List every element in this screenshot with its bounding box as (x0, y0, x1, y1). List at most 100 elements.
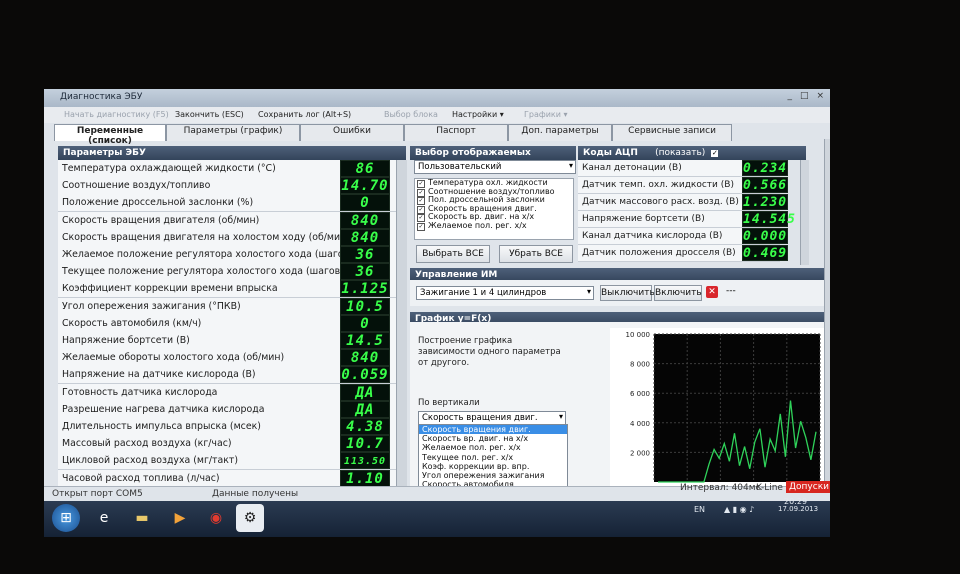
stop-button[interactable]: Закончить (ESC) (175, 110, 244, 119)
adc-label: Датчик темп. охл. жидкости (В) (582, 180, 734, 190)
graphics-menu[interactable]: Графики ▾ (524, 110, 568, 119)
ecu-param-row: Напряжение на датчике кислорода (В) 0.059 (58, 366, 406, 385)
plot-frame: 10 000 8 000 6 000 4 000 2 000 (610, 328, 828, 488)
dropdown-option[interactable]: Текущее пол. рег. х/х (419, 453, 567, 462)
preset-select[interactable]: Пользовательский ▾ (414, 160, 576, 174)
rpm-chart: 10 000 8 000 6 000 4 000 2 000 (626, 331, 821, 483)
maximize-button[interactable]: □ (800, 91, 809, 101)
tab-errors[interactable]: Ошибки (300, 124, 404, 141)
kline-label: K-Line (756, 483, 783, 493)
adc-value: 14.545 (742, 211, 796, 227)
param-checklist: ✓ Температура охл. жидкости ✓ Соотношение в… (414, 178, 574, 240)
ecu-param-label: Длительность импульса впрыска (мсек) (62, 421, 261, 432)
vertical-param-select[interactable]: Скорость вращения двиг. ▾ (418, 411, 566, 425)
ecu-param-label: Скорость вращения двигателя на холостом … (62, 231, 350, 243)
minimize-button[interactable]: _ (787, 91, 792, 101)
ecu-param-label: Желаемые обороты холостого хода (об/мин) (62, 352, 285, 364)
im-on-button[interactable]: Включить (654, 285, 702, 301)
windows-start-icon[interactable]: ⊞ (52, 504, 80, 532)
dropdown-option[interactable]: Скорость вр. двиг. на х/х (419, 434, 567, 443)
ecu-param-row: Разрешение нагрева датчика кислорода ДА (58, 400, 406, 419)
im-select[interactable]: Зажигание 1 и 4 цилиндров ▾ (416, 286, 594, 300)
y-tick-label: 6 000 (630, 390, 650, 398)
ecu-param-row: Скорость автомобиля (км/ч) 0 (58, 314, 406, 333)
checkbox-icon[interactable]: ✓ (417, 180, 425, 188)
tab-passport[interactable]: Паспорт (404, 124, 508, 141)
tab-service-records[interactable]: Сервисные записи (612, 124, 732, 141)
ecu-param-label: Температура охлаждающей жидкости (°C) (62, 163, 276, 174)
y-tick-label: 2 000 (630, 449, 650, 457)
tab-params-graph[interactable]: Параметры (график) (166, 124, 300, 141)
ecu-param-label: Разрешение нагрева датчика кислорода (62, 403, 265, 415)
adc-row: Канал детонации (В) 0.234 (578, 160, 788, 177)
dropdown-option[interactable]: Скорость вращения двиг. (419, 425, 567, 435)
ecu-param-label: Напряжение бортсети (В) (62, 335, 190, 346)
ecu-param-value: 10.7 (340, 435, 390, 453)
close-button[interactable]: × (816, 91, 824, 101)
ecu-param-row: Угол опережения зажигания (°ПКВ) 10.5 (58, 297, 406, 316)
adc-label: Канал датчика кислорода (В) (582, 231, 723, 241)
ecu-param-label: Соотношение воздух/топливо (62, 180, 211, 192)
ecu-param-label: Часовой расход топлива (л/час) (62, 472, 220, 484)
ecu-param-value: 1.10 (340, 469, 390, 487)
diagnostics-app-icon[interactable]: ⚙ (236, 504, 264, 532)
dropdown-option[interactable]: Желаемое пол. рег. х/х (419, 443, 567, 452)
ecu-param-row: Соотношение воздух/топливо 14.70 (58, 177, 406, 196)
adc-show-checkbox[interactable]: ✓ (711, 150, 719, 157)
settings-menu[interactable]: Настройки ▾ (452, 110, 504, 119)
ecu-param-label: Текущее положение регулятора холостого х… (62, 266, 344, 278)
ecu-param-value: 10.5 (340, 297, 390, 315)
ecu-param-row: Текущее положение регулятора холостого х… (58, 263, 406, 282)
ecu-param-label: Угол опережения зажигания (°ПКВ) (62, 300, 241, 312)
interval-label: Интервал: 404мс (680, 483, 761, 493)
tab-extra-params[interactable]: Доп. параметры (508, 124, 612, 141)
im-off-button[interactable]: Выключить (600, 285, 655, 301)
media-player-icon[interactable]: ▶ (166, 504, 194, 532)
adc-scrollbar[interactable] (800, 160, 809, 265)
param-checkbox-label: Желаемое пол. рег. х/х (428, 220, 527, 230)
ecu-param-value: ДА (340, 383, 390, 401)
ecu-param-row: Часовой расход топлива (л/час) 1.10 (58, 469, 406, 488)
adc-label: Датчик массового расх. возд. (В) (582, 197, 739, 207)
main-scrollbar[interactable] (824, 139, 830, 486)
checkbox-icon[interactable]: ✓ (417, 197, 425, 206)
ecu-scrollbar[interactable] (396, 160, 407, 487)
language-indicator[interactable]: EN (694, 505, 705, 514)
tab-variables-list[interactable]: Переменные (список) (54, 124, 166, 146)
ecu-param-label: Скорость вращения двигателя (об/мин) (62, 214, 260, 226)
y-tick-label: 10 000 (626, 331, 651, 339)
chevron-down-icon: ▾ (586, 287, 591, 296)
ecu-param-value: ДА (340, 400, 390, 418)
param-checkbox-item[interactable]: ✓ Желаемое пол. рег. х/х (415, 220, 573, 231)
save-log-button[interactable]: Сохранить лог (Alt+S) (258, 110, 351, 119)
clock-date: 17.09.2013 (778, 505, 819, 513)
ecu-param-value: 0 (340, 194, 390, 212)
folder-icon[interactable]: ▬ (128, 504, 156, 532)
tray-icons[interactable]: ▲ ▮ ◉ ♪ (724, 505, 754, 514)
ecu-param-label: Массовый расход воздуха (кг/час) (62, 438, 232, 450)
vertical-param-value: Скорость вращения двиг. (422, 413, 538, 423)
select-all-button[interactable]: Выбрать ВСЕ (416, 245, 490, 263)
dropdown-option[interactable]: Коэф. коррекции вр. впр. (419, 462, 567, 471)
port-status: Открыт порт COM5 (52, 489, 143, 499)
adc-show-label: (показать) (655, 148, 706, 158)
ecu-param-label: Напряжение на датчике кислорода (В) (62, 369, 256, 381)
start-diagnostics-button[interactable]: Начать диагностику (F5) (64, 110, 169, 119)
ecu-param-value: 86 (340, 160, 390, 177)
dropdown-option[interactable]: Угол опережения зажигания (419, 471, 567, 480)
ecu-param-row: Напряжение бортсети (В) 14.5 (58, 332, 406, 350)
adc-row: Напряжение бортсети (В) 14.545 (578, 211, 795, 228)
chevron-down-icon: ▾ (568, 161, 573, 170)
select-block-button[interactable]: Выбор блока (384, 110, 438, 119)
ie-icon[interactable]: e (90, 504, 118, 532)
chrome-icon[interactable]: ◉ (202, 504, 230, 532)
adc-value: 0.234 (742, 160, 788, 176)
stop-icon[interactable]: ✕ (706, 286, 718, 298)
ecu-param-value: 840 (340, 228, 390, 246)
ecu-param-value: 14.5 (340, 332, 390, 349)
adc-row: Датчик массового расх. возд. (В) 1.230 (578, 194, 788, 211)
clear-all-button[interactable]: Убрать ВСЕ (499, 245, 573, 263)
adc-value: 0.469 (742, 245, 788, 261)
allowances-button[interactable]: Допуски (786, 481, 830, 493)
checkbox-icon[interactable]: ✓ (417, 222, 425, 231)
